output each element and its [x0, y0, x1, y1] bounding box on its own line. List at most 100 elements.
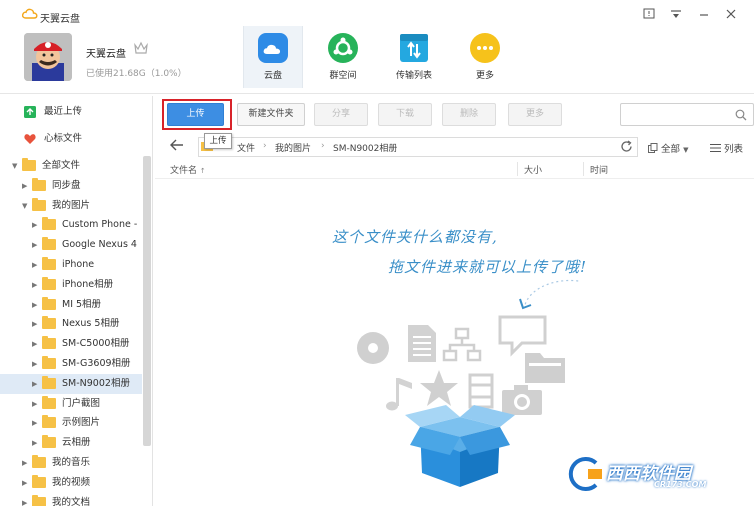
collapse-arrow-icon[interactable]: ▶ — [32, 255, 37, 275]
sidebar-tree-item[interactable]: ▶ MI 5相册 — [0, 295, 142, 315]
collapse-arrow-icon[interactable]: ▶ — [22, 473, 27, 493]
breadcrumb-item[interactable]: 文件 — [237, 141, 255, 154]
sidebar-tree-item[interactable]: ▶ iPhone相册 — [0, 275, 142, 295]
minimize-icon[interactable] — [697, 8, 711, 22]
sidebar-tree-label: Nexus 5相册 — [62, 318, 120, 330]
watermark-subtext: CR173.COM — [654, 480, 707, 489]
transfer-list-icon — [400, 34, 428, 62]
avatar[interactable] — [24, 33, 72, 81]
sidebar-tree-item[interactable]: ▼ 全部文件 — [0, 156, 142, 176]
star-icon — [420, 370, 458, 406]
folder-icon — [42, 375, 56, 389]
column-header-size[interactable]: 大小 — [524, 163, 542, 176]
search-input[interactable] — [620, 103, 754, 126]
collapse-arrow-icon[interactable]: ▶ — [32, 235, 37, 255]
refresh-icon[interactable] — [620, 140, 633, 156]
search-icon[interactable] — [735, 109, 747, 121]
expand-arrow-icon[interactable]: ▼ — [22, 196, 27, 216]
collapse-arrow-icon[interactable]: ▶ — [32, 314, 37, 334]
sidebar-tree-item[interactable]: ▶ 我的音乐 — [0, 453, 142, 473]
sidebar-tree-label: iPhone相册 — [62, 278, 114, 290]
sidebar-tree-label: 我的文档 — [52, 496, 91, 506]
collapse-arrow-icon[interactable]: ▶ — [32, 275, 37, 295]
nav-transfer-list[interactable]: 传输列表 — [384, 26, 444, 88]
watermark: 西西软件园 CR173.COM — [556, 455, 736, 495]
sidebar-tree-item[interactable]: ▶ SM-C5000相册 — [0, 334, 142, 354]
menu-icon[interactable] — [669, 8, 683, 22]
close-icon[interactable] — [724, 8, 738, 22]
sidebar-tree-label: 全部文件 — [42, 160, 81, 171]
sidebar-tree-item[interactable]: ▶ 同步盘 — [0, 176, 142, 196]
more-button[interactable]: 更多 — [508, 103, 562, 126]
delete-button[interactable]: 删除 — [442, 103, 496, 126]
new-folder-button[interactable]: 新建文件夹 — [237, 103, 305, 126]
sidebar-tree-label: Google Nexus 4 — [62, 239, 137, 251]
sidebar-tree-item[interactable]: ▶ 门户截图 — [0, 394, 142, 414]
folder-icon — [32, 494, 46, 506]
collapse-arrow-icon[interactable]: ▶ — [22, 453, 27, 473]
sidebar-tree-item[interactable]: ▼ 我的图片 — [0, 196, 142, 216]
nav-label: 云盘 — [263, 71, 282, 81]
collapse-arrow-icon[interactable]: ▶ — [32, 394, 37, 414]
collapse-arrow-icon[interactable]: ▶ — [32, 374, 37, 394]
column-header-time[interactable]: 时间 — [590, 163, 608, 176]
sidebar-item-recent-upload[interactable]: 最近上传 — [0, 102, 142, 122]
folder-icon — [22, 158, 36, 171]
column-divider[interactable] — [517, 162, 518, 176]
cloud-logo-icon — [22, 8, 38, 19]
download-button[interactable]: 下载 — [378, 103, 432, 126]
folder-icon — [42, 415, 56, 429]
collapse-arrow-icon[interactable]: ▶ — [32, 334, 37, 354]
network-icon — [442, 327, 482, 362]
sidebar-tree-item[interactable]: ▶ SM-G3609相册 — [0, 354, 142, 374]
heart-icon — [24, 134, 36, 144]
sidebar-scrollbar[interactable] — [143, 156, 151, 446]
collapse-arrow-icon[interactable]: ▶ — [32, 413, 37, 433]
sidebar-tree-item[interactable]: ▶ 我的文档 — [0, 493, 142, 506]
nav-label: 群空间 — [329, 71, 357, 81]
breadcrumb: 文件 › 我的图片 › SM-N9002相册 — [198, 137, 638, 157]
sidebar-tree-item[interactable]: ▶ Custom Phone - — [0, 215, 142, 235]
collapse-arrow-icon[interactable]: ▶ — [32, 295, 37, 315]
folder-gray-icon — [525, 353, 565, 383]
collapse-arrow-icon[interactable]: ▶ — [22, 176, 27, 196]
column-header-name[interactable]: 文件名 ↑ — [170, 163, 206, 176]
sidebar-tree-label: 同步盘 — [52, 179, 81, 191]
sidebar-tree-label: SM-N9002相册 — [62, 377, 130, 389]
expand-arrow-icon[interactable]: ▼ — [12, 156, 17, 176]
nav-group-space[interactable]: 群空间 — [313, 26, 373, 88]
back-icon[interactable] — [170, 139, 184, 155]
collapse-arrow-icon[interactable]: ▶ — [32, 433, 37, 453]
sidebar-tree-item[interactable]: ▶ Google Nexus 4 — [0, 235, 142, 255]
copy-icon — [648, 143, 658, 153]
collapse-arrow-icon[interactable]: ▶ — [32, 215, 37, 235]
breadcrumb-item[interactable]: 我的图片 — [275, 141, 311, 154]
chat-icon — [498, 315, 547, 357]
film-icon — [468, 373, 494, 409]
sidebar-label: 心标文件 — [44, 133, 83, 144]
sidebar-tree-item[interactable]: ▶ 云相册 — [0, 433, 142, 453]
feedback-icon[interactable] — [642, 8, 656, 22]
breadcrumb-item[interactable]: SM-N9002相册 — [333, 141, 397, 154]
sidebar-item-favorites[interactable]: 心标文件 — [0, 129, 142, 149]
nav-cloud-disk[interactable]: 云盘 — [243, 26, 303, 88]
app-title: 天翼云盘 — [40, 14, 80, 25]
column-divider[interactable] — [583, 162, 584, 176]
collapse-arrow-icon[interactable]: ▶ — [22, 493, 27, 506]
document-icon — [408, 325, 436, 362]
sidebar-tree-item[interactable]: ▶ Nexus 5相册 — [0, 314, 142, 334]
header-divider — [0, 93, 754, 94]
group-space-icon — [328, 33, 358, 63]
share-button[interactable]: 分享 — [314, 103, 368, 126]
sort-arrow-icon: ↑ — [199, 167, 206, 175]
sidebar-tree-item[interactable]: ▶ 示例图片 — [0, 413, 142, 433]
filter-label: 全部 — [661, 144, 681, 155]
sidebar-tree-item[interactable]: ▶ 我的视频 — [0, 473, 142, 493]
view-mode-toggle[interactable]: 列表 — [710, 141, 743, 155]
collapse-arrow-icon[interactable]: ▶ — [32, 354, 37, 374]
nav-more[interactable]: 更多 — [455, 26, 515, 88]
sidebar-tree-item[interactable]: ▶ iPhone — [0, 255, 142, 275]
filter-dropdown[interactable]: 全部 ▼ — [648, 141, 688, 155]
sidebar-tree-item[interactable]: ▶ SM-N9002相册 — [0, 373, 142, 394]
column-header-divider — [155, 178, 754, 179]
